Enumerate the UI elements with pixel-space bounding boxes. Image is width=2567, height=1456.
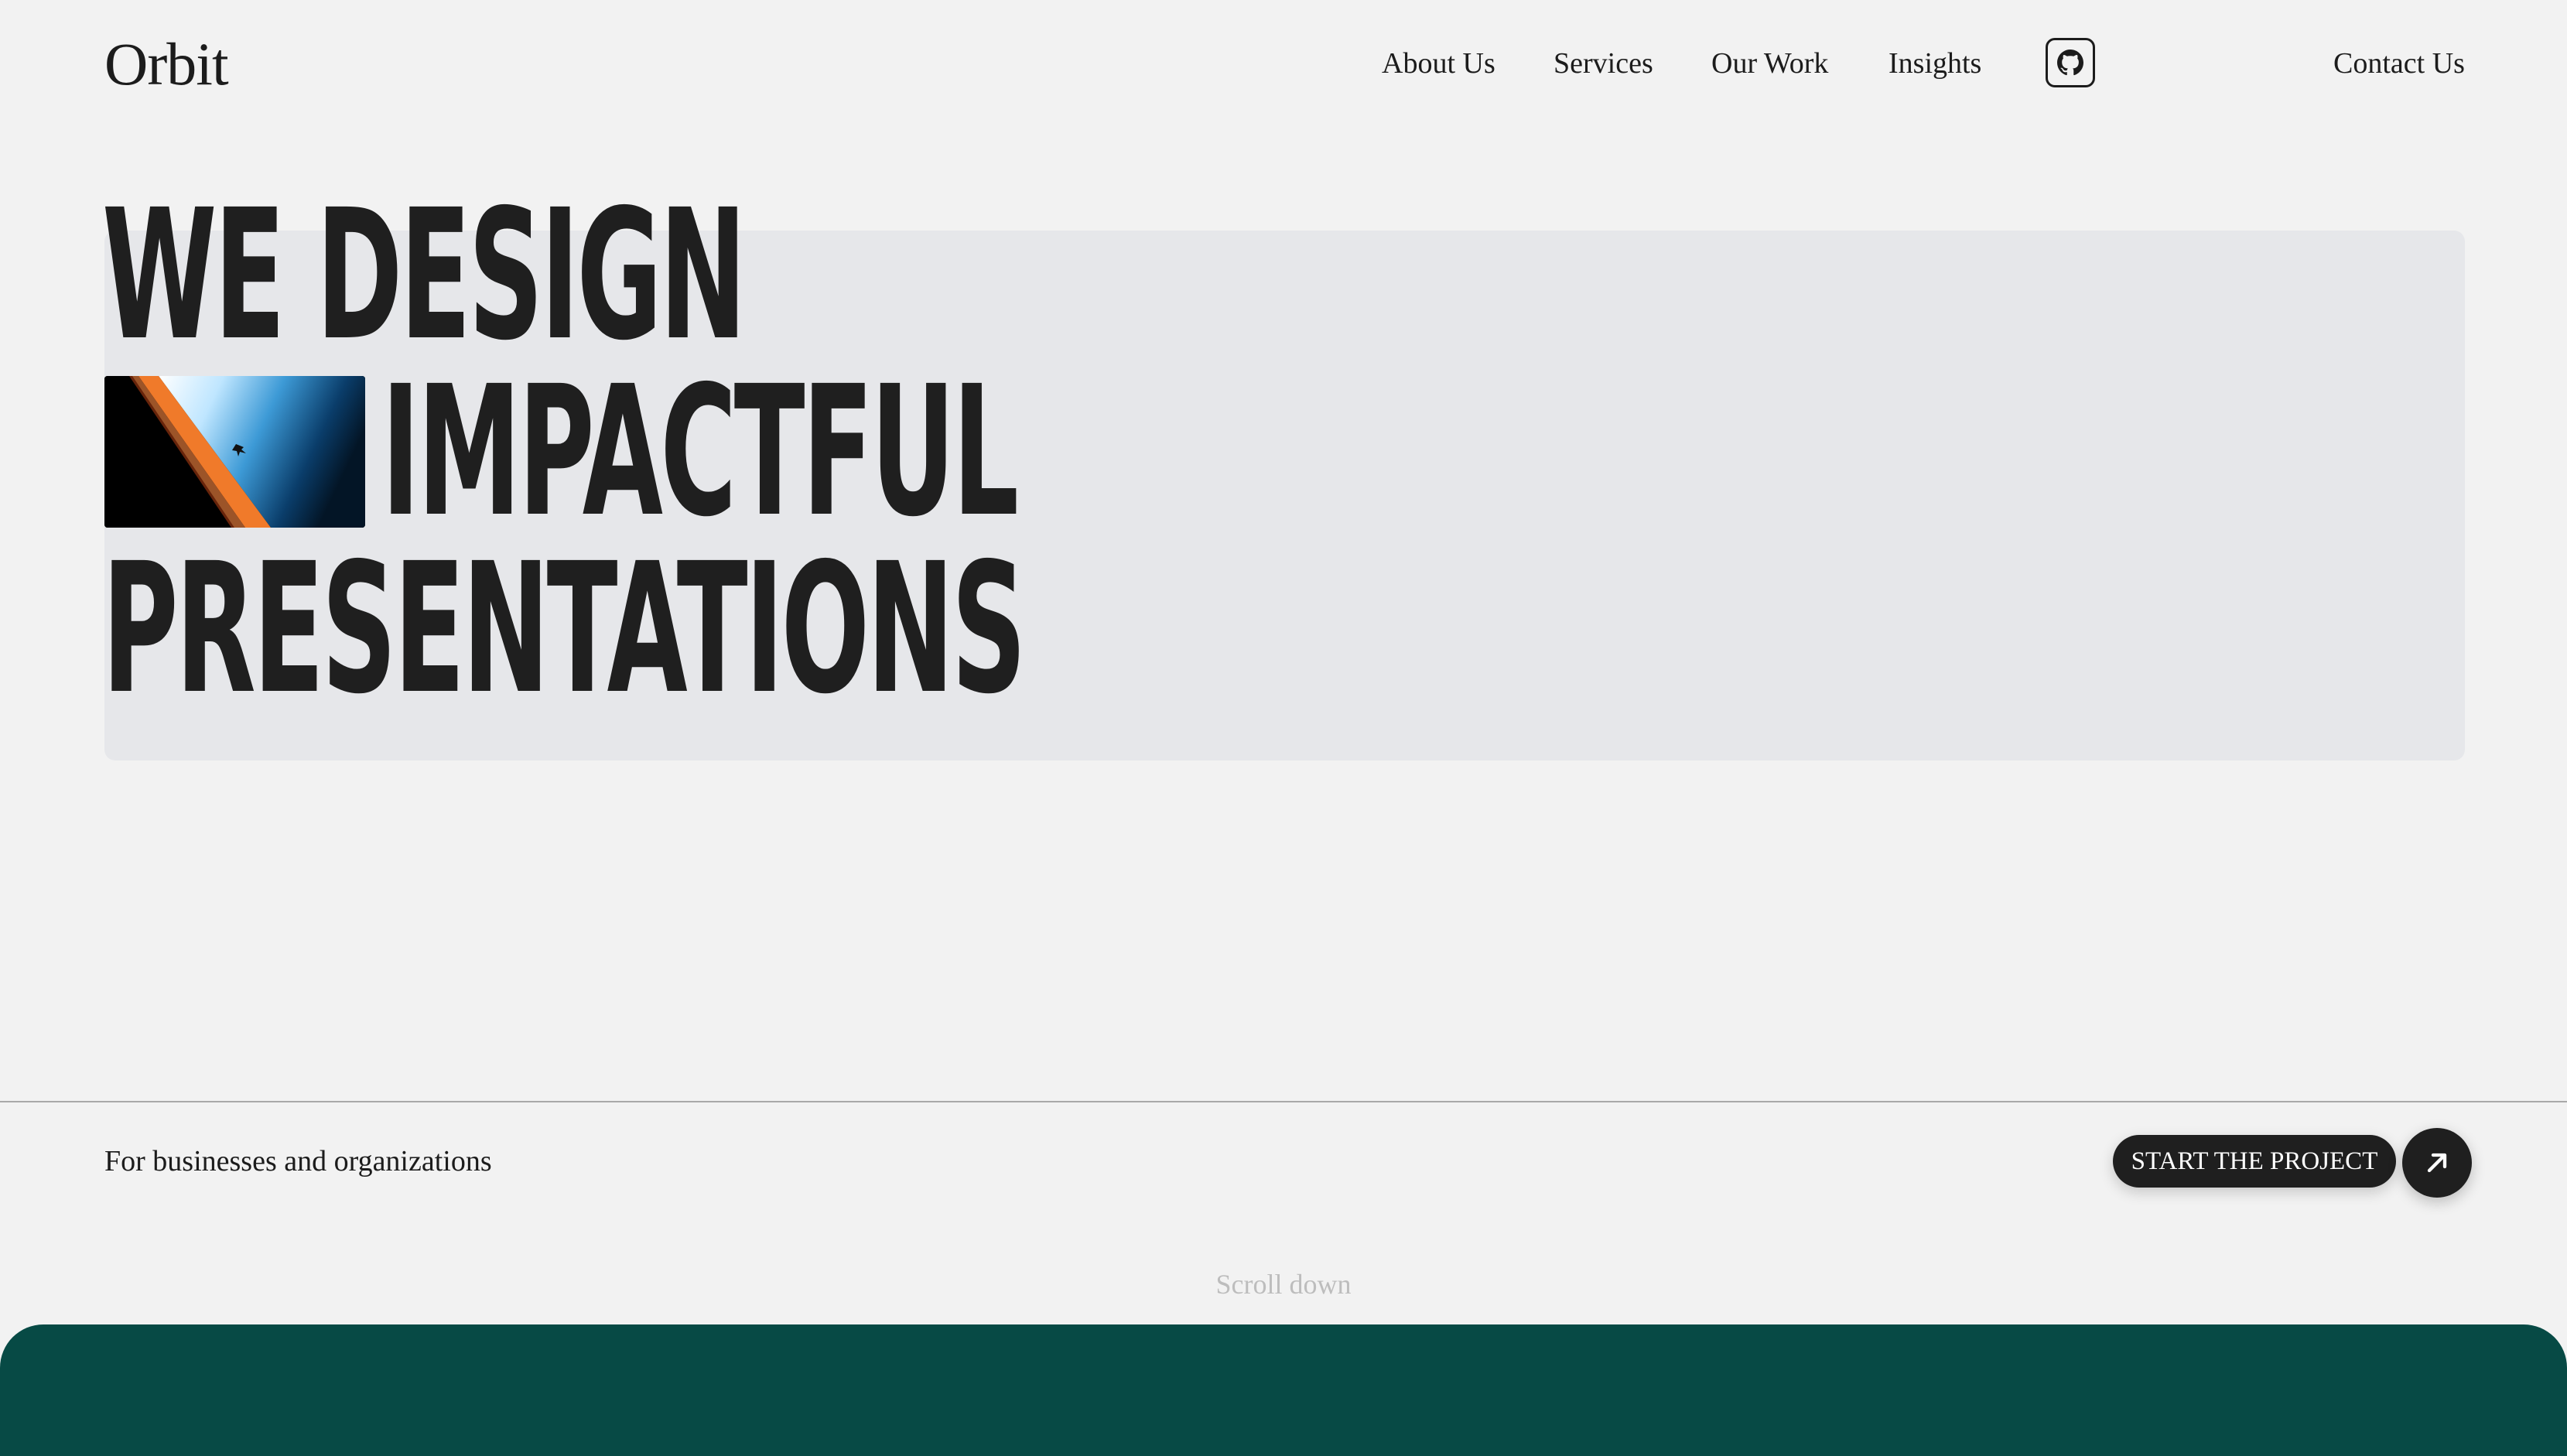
hero-heading-line-3: PRESENTATIONS — [102, 525, 1027, 733]
hero-heading-line-2: IMPACTFUL — [381, 347, 1019, 556]
hero-heading-line-1: WE DESIGN — [102, 171, 747, 380]
nav-link-about-us[interactable]: About Us — [1382, 45, 1495, 82]
brand-logo[interactable]: Orbit — [104, 29, 229, 99]
github-icon — [2057, 50, 2083, 76]
start-project-arrow-button[interactable] — [2402, 1128, 2472, 1198]
start-project-button[interactable]: START THE PROJECT — [2113, 1135, 2396, 1188]
nav-link-insights[interactable]: Insights — [1889, 45, 1981, 82]
scroll-down-hint: Scroll down — [1215, 1269, 1352, 1300]
section-divider — [0, 1101, 2567, 1102]
tagline: For businesses and organizations — [104, 1145, 492, 1177]
arrow-up-right-icon — [2427, 1153, 2447, 1173]
next-section-panel — [0, 1324, 2567, 1456]
github-button[interactable] — [2046, 38, 2095, 87]
earth-horizon-image — [104, 376, 365, 528]
nav-link-our-work[interactable]: Our Work — [1711, 45, 1828, 82]
nav-link-contact-us[interactable]: Contact Us — [2333, 45, 2465, 82]
nav-link-services[interactable]: Services — [1554, 45, 1653, 82]
